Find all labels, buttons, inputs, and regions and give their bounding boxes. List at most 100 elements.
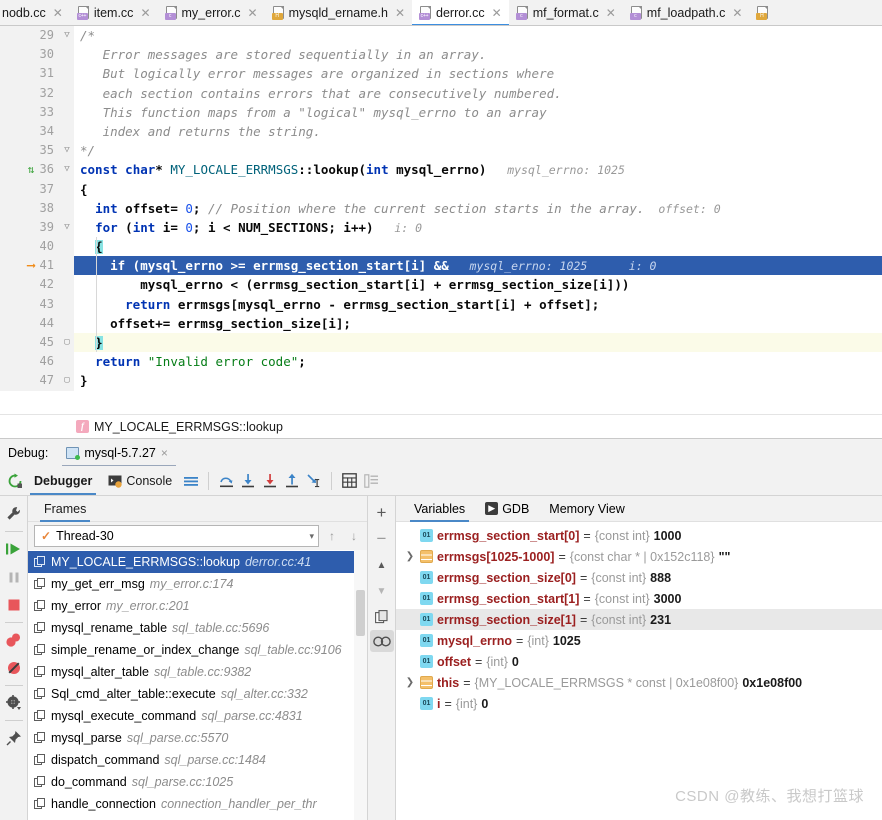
fold-gutter[interactable]: ▢ <box>60 371 74 391</box>
code-line[interactable]: 43 return errmsgs[mysql_errno - errmsg_s… <box>0 294 882 314</box>
evaluate-icon[interactable] <box>338 470 360 492</box>
editor-tab-overflow[interactable]: H <box>749 0 775 25</box>
variable-row[interactable]: ❯ 01 mysql_errno = {int}1025 <box>396 630 882 651</box>
close-icon[interactable]: ✕ <box>394 7 406 19</box>
code-line[interactable]: 34 index and returns the string. <box>0 121 882 142</box>
frame-item[interactable]: MY_LOCALE_ERRMSGS::lookup derror.cc:41 <box>28 551 367 573</box>
code-text[interactable]: return "Invalid error code"; <box>74 352 882 371</box>
editor-tab-item-cc[interactable]: c++ item.cc ✕ <box>70 0 158 25</box>
code-line[interactable]: 42 mysql_errno < (errmsg_section_start[i… <box>0 275 882 295</box>
frame-item[interactable]: dispatch_command sql_parse.cc:1484 <box>28 749 367 771</box>
variable-row[interactable]: ❯ 01 i = {int}0 <box>396 693 882 714</box>
editor-tab-mf-loadpath-c[interactable]: c mf_loadpath.c ✕ <box>623 0 750 25</box>
frame-item[interactable]: Sql_cmd_alter_table::execute sql_alter.cc… <box>28 683 367 705</box>
code-text[interactable]: Error messages are stored sequentially i… <box>74 45 882 64</box>
close-icon[interactable]: ✕ <box>605 7 617 19</box>
variable-row[interactable]: ❯ 01 offset = {int}0 <box>396 651 882 672</box>
code-text[interactable]: int offset= 0; // Position where the cur… <box>74 199 882 218</box>
code-text[interactable]: } <box>74 371 882 390</box>
fold-collapse-icon[interactable]: ▽ <box>64 164 69 174</box>
fold-gutter[interactable] <box>60 275 74 295</box>
code-line[interactable]: ⇅ 36 ▽ const char* MY_LOCALE_ERRMSGS::looku… <box>0 160 882 180</box>
frame-item[interactable]: mysql_parse sql_parse.cc:5570 <box>28 727 367 749</box>
step-into-icon[interactable] <box>237 470 259 492</box>
close-icon[interactable]: ✕ <box>52 7 64 19</box>
chevron-down-icon[interactable]: ▾ <box>309 531 314 542</box>
frames-scrollbar[interactable] <box>354 550 367 820</box>
code-text[interactable]: for (int i= 0; i < NUM_SECTIONS; i++) i:… <box>74 218 882 237</box>
fold-collapse-icon[interactable]: ▽ <box>64 145 69 155</box>
expand-toggle-icon[interactable]: ❯ <box>404 551 416 562</box>
frame-down-button[interactable]: ↓ <box>345 529 363 543</box>
pause-program-icon[interactable] <box>1 563 27 591</box>
variable-row[interactable]: ❯ errmsgs[1025-1000] = {const char * | 0x… <box>396 546 882 567</box>
code-line[interactable]: 38 int offset= 0; // Position where the … <box>0 198 882 218</box>
code-text[interactable]: each section contains errors that are co… <box>74 84 882 103</box>
stop-program-icon[interactable] <box>1 591 27 619</box>
code-line[interactable]: 40 { <box>0 237 882 257</box>
settings-wrench-icon[interactable] <box>1 500 27 528</box>
close-icon[interactable]: ✕ <box>731 7 743 19</box>
fold-gutter[interactable]: ▢ <box>60 333 74 353</box>
variable-row[interactable]: ❯ 01 errmsg_section_start[1] = {const int}… <box>396 588 882 609</box>
move-up-icon[interactable]: ▲ <box>370 552 394 578</box>
code-line[interactable]: ⟶ 41 if (mysql_errno >= errmsg_section_st… <box>0 256 882 276</box>
code-line[interactable]: 35 ▽ */ <box>0 141 882 161</box>
code-line[interactable]: 44 offset+= errmsg_section_size[i]; <box>0 313 882 333</box>
override-method-icon[interactable]: ⇅ <box>24 160 38 179</box>
expand-toggle-icon[interactable]: ❯ <box>404 593 416 604</box>
expand-toggle-icon[interactable]: ❯ <box>404 635 416 646</box>
code-text[interactable]: But logically error messages are organiz… <box>74 64 882 83</box>
code-line[interactable]: 32 each section contains errors that are… <box>0 83 882 103</box>
frame-up-button[interactable]: ↑ <box>323 529 341 543</box>
fold-gutter[interactable] <box>60 179 74 199</box>
editor-tab-mf-format-c[interactable]: c mf_format.c ✕ <box>509 0 623 25</box>
code-text[interactable]: offset+= errmsg_section_size[i]; <box>74 314 882 333</box>
code-text[interactable]: This function maps from a "logical" mysq… <box>74 103 882 122</box>
code-text[interactable]: } <box>74 333 882 353</box>
expand-toggle-icon[interactable]: ❯ <box>404 614 416 625</box>
mute-breakpoints-icon[interactable] <box>1 654 27 682</box>
editor-tab-nodb-cc[interactable]: c++nodb.cc✕ <box>0 0 70 25</box>
code-editor[interactable]: 29 ▽/* 30 Error messages are stored sequen… <box>0 26 882 414</box>
close-icon[interactable]: ✕ <box>491 7 503 19</box>
tab-variables[interactable]: Variables <box>404 496 475 522</box>
fold-gutter[interactable] <box>60 352 74 372</box>
layout-icon[interactable] <box>180 470 202 492</box>
inspect-icon[interactable] <box>369 630 394 652</box>
fold-gutter[interactable] <box>60 256 74 276</box>
editor-tab-my-error-c[interactable]: c my_error.c ✕ <box>158 0 265 25</box>
expand-toggle-icon[interactable]: ❯ <box>404 530 416 541</box>
expand-toggle-icon[interactable]: ❯ <box>404 656 416 667</box>
code-text[interactable]: const char* MY_LOCALE_ERRMSGS::lookup(in… <box>74 160 882 179</box>
variable-row[interactable]: ❯ this = {MY_LOCALE_ERRMSGS * const | 0x1… <box>396 672 882 693</box>
code-line[interactable]: 39 ▽ for (int i= 0; i < NUM_SECTIONS; i++… <box>0 217 882 238</box>
tab-gdb[interactable]: ▶ GDB <box>475 496 539 522</box>
add-watch-icon[interactable]: + <box>370 500 394 526</box>
frames-scrollbar-thumb[interactable] <box>356 590 365 636</box>
fold-gutter[interactable]: ▽ <box>60 217 74 238</box>
fold-gutter[interactable] <box>60 64 74 84</box>
code-text[interactable]: if (mysql_errno >= errmsg_section_start[… <box>74 256 882 276</box>
close-icon[interactable]: ✕ <box>247 7 259 19</box>
frames-list[interactable]: MY_LOCALE_ERRMSGS::lookup derror.cc:41 my_… <box>28 550 367 820</box>
frame-item[interactable]: simple_rename_or_index_change sql_table.c… <box>28 639 367 661</box>
tab-console[interactable]: Console <box>100 466 180 496</box>
thread-combo[interactable]: ✓ Thread-30 ▾ <box>34 525 319 547</box>
code-text[interactable]: */ <box>74 141 882 160</box>
pin-tab-icon[interactable] <box>1 724 27 752</box>
variables-view-icon[interactable] <box>360 470 382 492</box>
frame-item[interactable]: mysql_alter_table sql_table.cc:9382 <box>28 661 367 683</box>
breadcrumb[interactable]: f MY_LOCALE_ERRMSGS::lookup <box>0 414 882 438</box>
editor-tab-mysqld-ername-h[interactable]: Hmysqld_ername.h ✕ <box>265 0 412 25</box>
fold-gutter[interactable] <box>60 237 74 257</box>
frame-item[interactable]: handle_connection connection_handler_per_… <box>28 793 367 815</box>
code-text[interactable]: { <box>74 237 882 256</box>
code-line[interactable]: 46 return "Invalid error code"; <box>0 352 882 372</box>
fold-collapse-icon[interactable]: ▽ <box>64 30 69 40</box>
move-down-icon[interactable]: ▼ <box>370 578 394 604</box>
editor-tab-derror-cc[interactable]: c++ derror.cc ✕ <box>412 0 509 25</box>
tab-memory-view[interactable]: Memory View <box>539 496 634 522</box>
frame-item[interactable]: mysql_rename_table sql_table.cc:5696 <box>28 617 367 639</box>
code-line[interactable]: 37 { <box>0 179 882 199</box>
